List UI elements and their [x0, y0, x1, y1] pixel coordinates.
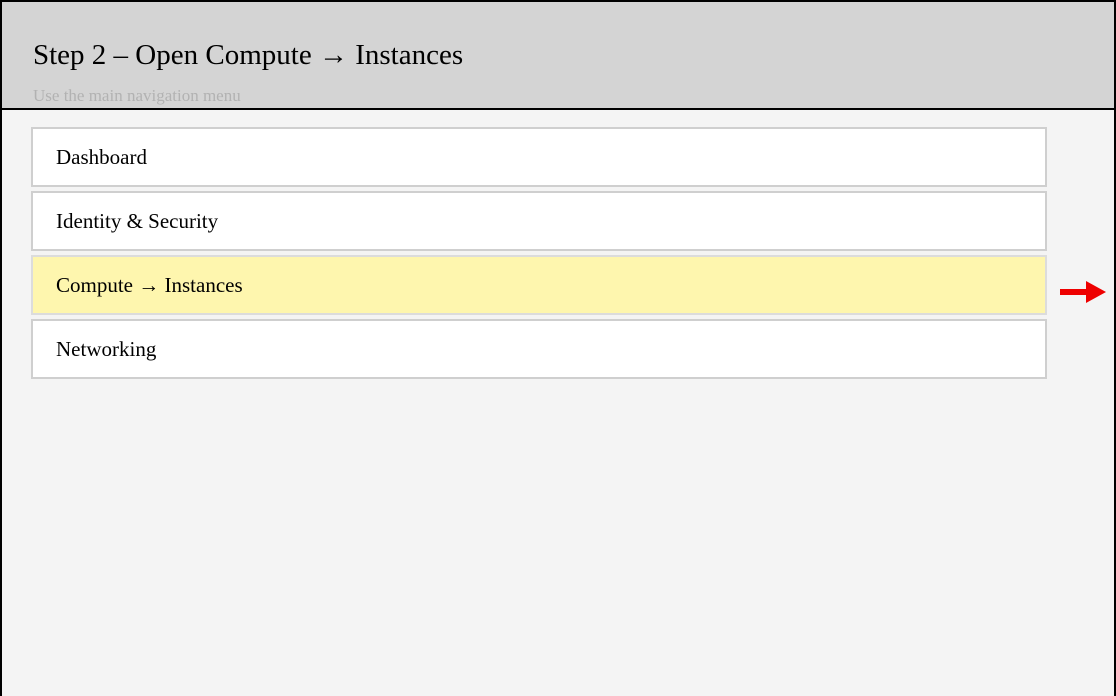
menu-item-label: Identity & Security	[56, 208, 219, 233]
arrow-right-icon	[1060, 281, 1106, 303]
menu-item-label: Compute → Instances	[56, 272, 243, 297]
menu-item-label: Networking	[56, 336, 157, 361]
menu-item-compute-instances[interactable]: Compute → Instances	[31, 255, 1047, 315]
page-title: Step 2 – Open Compute → Instances	[33, 39, 464, 71]
menu-item-networking[interactable]: Networking	[31, 319, 1047, 379]
page-subtitle: Use the main navigation menu	[33, 86, 241, 105]
main-navigation-menu: Dashboard Identity & Security Compute → …	[31, 127, 1047, 383]
step-header: Step 2 – Open Compute → Instances Use th…	[2, 2, 1114, 110]
menu-item-dashboard[interactable]: Dashboard	[31, 127, 1047, 187]
menu-item-identity-security[interactable]: Identity & Security	[31, 191, 1047, 251]
app-frame: Step 2 – Open Compute → Instances Use th…	[0, 0, 1116, 696]
menu-item-label: Dashboard	[56, 144, 147, 169]
